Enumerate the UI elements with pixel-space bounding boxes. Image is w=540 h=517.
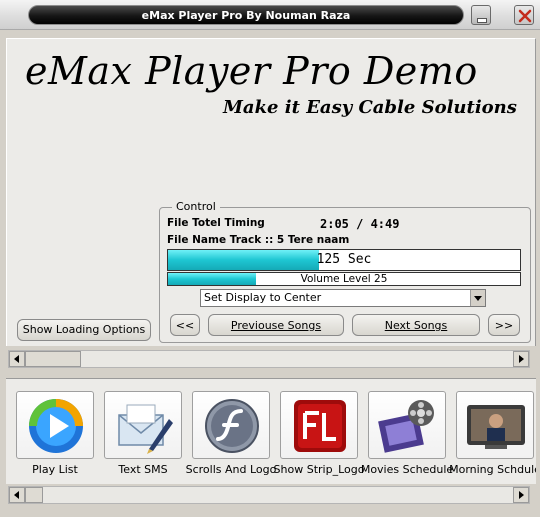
tile-frame — [456, 391, 534, 459]
scrolls-and-logo-shortcut[interactable]: Scrolls And Logo — [186, 391, 276, 476]
seconds-progress-bar[interactable]: 125 Sec — [167, 249, 521, 271]
volume-text: Volume Level 25 — [300, 273, 388, 285]
upper-horizontal-scrollbar[interactable] — [8, 350, 530, 368]
close-icon[interactable] — [514, 5, 534, 25]
tile-frame — [16, 391, 94, 459]
tile-frame — [104, 391, 182, 459]
main-panel: eMax Player Pro Demo Make it Easy Cable … — [6, 38, 536, 346]
scroll-left-icon[interactable] — [9, 351, 25, 367]
next-songs-button[interactable]: Next Songs — [352, 314, 480, 336]
envelope-pen-icon — [118, 404, 173, 454]
scroll-right-icon[interactable] — [513, 487, 529, 503]
control-group: Control File Totel Timing 2:05 / 4:49 Fi… — [159, 200, 531, 343]
display-select-value: Set Display to Center — [204, 291, 322, 304]
scroll-right-icon[interactable] — [513, 351, 529, 367]
morning-schedule-shortcut[interactable]: Morning Schdule — [449, 391, 536, 476]
seconds-text: 125 Sec — [316, 252, 372, 267]
timing-value: 2:05 / 4:49 — [320, 217, 400, 231]
tile-frame — [192, 391, 270, 459]
previous-songs-button[interactable]: Previouse Songs — [208, 314, 344, 336]
title-bar: eMax Player Pro By Nouman Raza — [0, 0, 540, 30]
volume-bar[interactable]: Volume Level 25 — [167, 272, 521, 286]
tile-frame — [368, 391, 446, 459]
previous-songs-label: Previouse Songs — [230, 319, 322, 332]
morning-schedule-label: Morning Schdule — [449, 463, 536, 476]
lower-horizontal-scrollbar[interactable] — [8, 486, 530, 504]
file-name-label: File Name Track :: 5 Tere naam — [167, 234, 350, 246]
scroll-thumb[interactable] — [25, 351, 81, 367]
shortcut-strip: Play List Text SMS Scrolls And Logo Show… — [6, 378, 536, 484]
next-songs-label: Next Songs — [384, 319, 448, 332]
display-select[interactable]: Set Display to Center — [200, 289, 486, 307]
app-subtitle: Make it Easy Cable Solutions — [223, 97, 517, 118]
tv-monitor-icon — [467, 405, 525, 449]
flash-player-icon — [205, 399, 259, 453]
text-sms-shortcut[interactable]: Text SMS — [104, 391, 182, 476]
chevron-down-icon[interactable] — [470, 290, 485, 306]
fast-forward-button[interactable]: >> — [488, 314, 520, 336]
control-legend: Control — [172, 200, 220, 213]
flash-fl-icon — [294, 400, 346, 452]
show-loading-options-button[interactable]: Show Loading Options — [17, 319, 151, 341]
tile-frame — [280, 391, 358, 459]
timing-label: File Totel Timing — [167, 217, 265, 229]
fast-back-button[interactable]: << — [170, 314, 200, 336]
window-title: eMax Player Pro By Nouman Raza — [141, 9, 351, 22]
app-title: eMax Player Pro Demo — [25, 49, 478, 93]
movies-schedule-shortcut[interactable]: Movies Schedule — [361, 391, 453, 476]
play-list-shortcut[interactable]: Play List — [16, 391, 94, 476]
title-pill[interactable]: eMax Player Pro By Nouman Raza — [28, 5, 464, 25]
windows-media-icon — [29, 399, 83, 453]
scroll-left-icon[interactable] — [9, 487, 25, 503]
scroll-thumb[interactable] — [25, 487, 43, 503]
minimize-icon[interactable] — [471, 5, 491, 25]
show-strip-logo-shortcut[interactable]: Show Strip_Logo — [274, 391, 364, 476]
film-reel-icon — [378, 400, 434, 453]
